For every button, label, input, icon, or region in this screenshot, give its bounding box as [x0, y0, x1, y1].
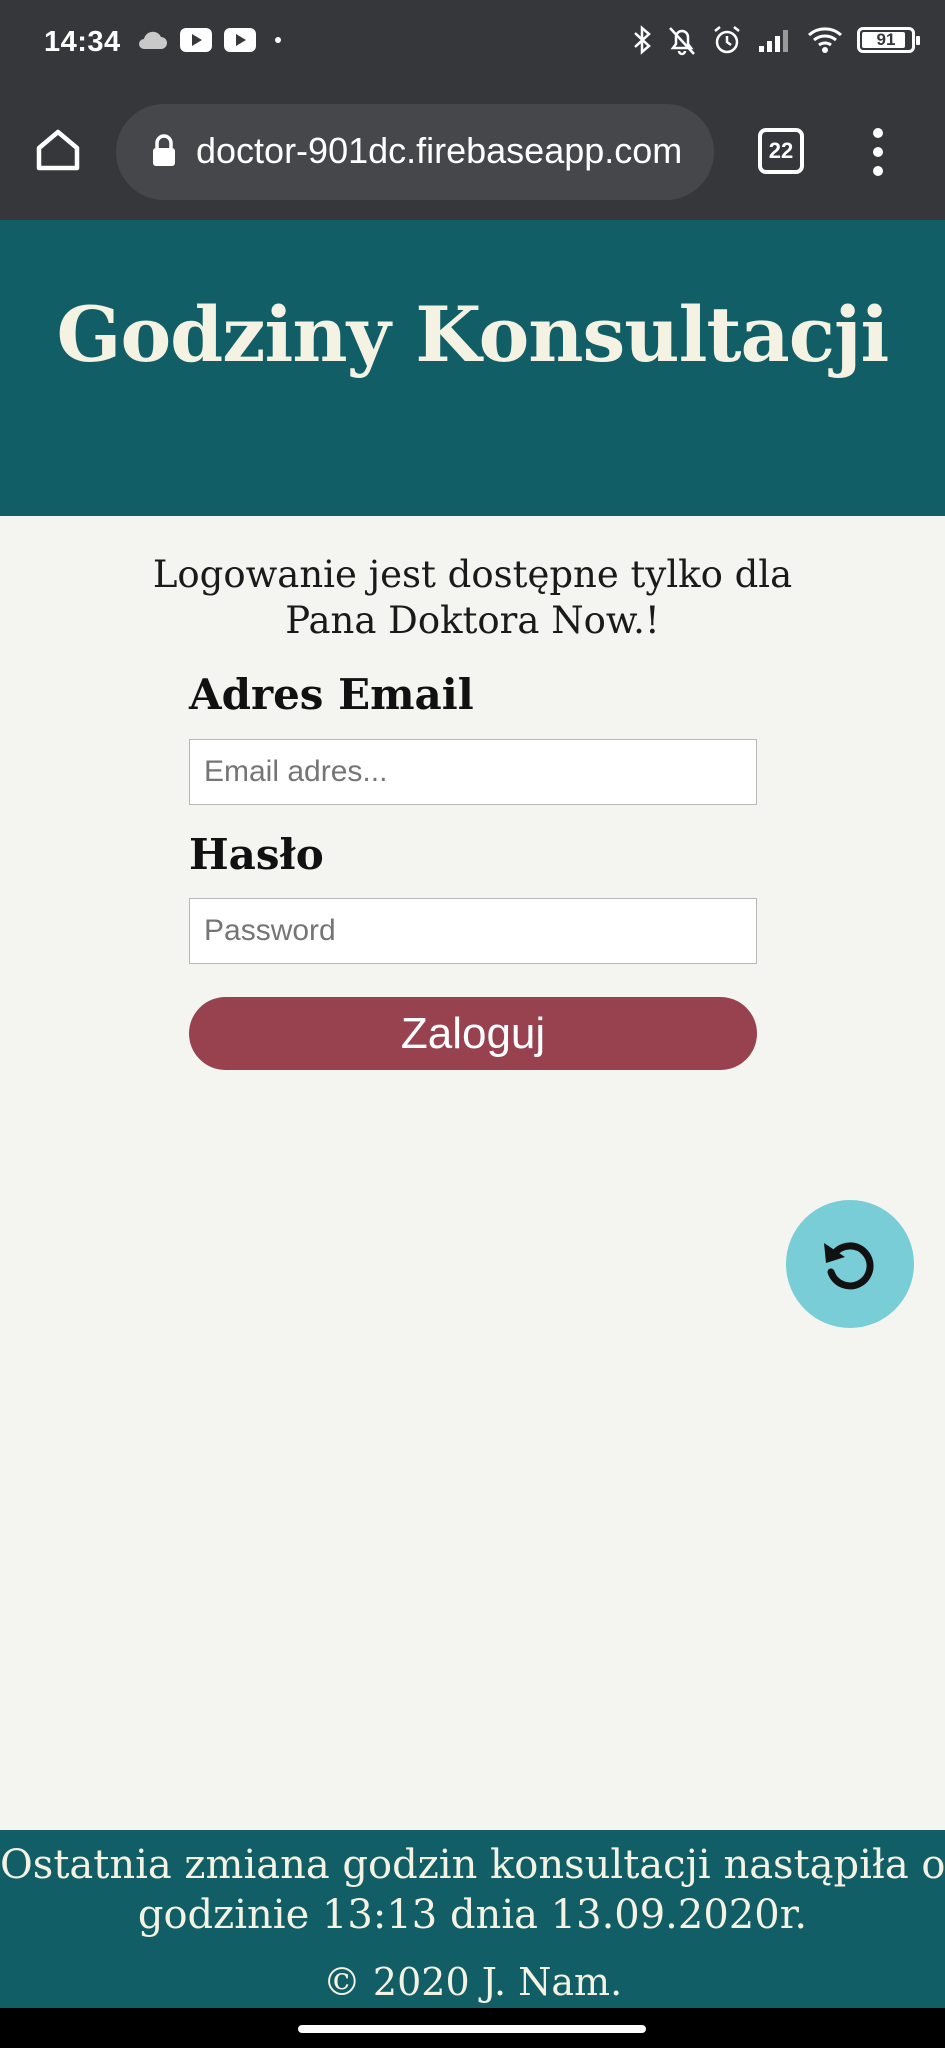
tab-switcher-button[interactable]: 22: [758, 128, 804, 174]
browser-menu-button[interactable]: [860, 124, 896, 180]
site-header: Godziny Konsultacji: [0, 220, 945, 516]
refresh-button[interactable]: [786, 1200, 914, 1328]
address-bar[interactable]: doctor-901dc.firebaseapp.com: [116, 104, 714, 200]
bluetooth-icon: [634, 25, 651, 55]
cloud-icon: [139, 31, 167, 49]
bell-off-icon: [669, 27, 695, 56]
login-button[interactable]: Zaloguj: [189, 997, 757, 1070]
menu-dot: [873, 166, 883, 176]
system-nav-bar: [0, 2008, 945, 2048]
alarm-icon: [714, 26, 740, 54]
status-right-icons: 91: [631, 24, 920, 56]
password-label: Hasło: [189, 830, 324, 879]
lock-icon: [153, 134, 175, 166]
site-footer: Ostatnia zmiana godzin konsultacji nastą…: [0, 1830, 945, 2008]
email-field[interactable]: [189, 739, 757, 805]
youtube-icon: [224, 28, 256, 52]
home-button[interactable]: [30, 122, 86, 178]
menu-dot: [873, 147, 883, 157]
refresh-icon: [824, 1242, 874, 1290]
copyright: © 2020 J. Nam.: [322, 1960, 623, 2004]
dot-icon: [275, 37, 281, 43]
status-bar: 14:34 91: [0, 0, 945, 84]
login-intro-text: Logowanie jest dostępne tylko dla Pana D…: [152, 553, 793, 642]
password-field[interactable]: [189, 898, 757, 964]
home-icon: [36, 129, 80, 171]
last-change-note: Ostatnia zmiana godzin konsultacji nastą…: [0, 1840, 945, 1940]
last-change-line-1: Ostatnia zmiana godzin konsultacji nastą…: [0, 1842, 945, 1888]
last-change-line-2: godzinie 13:13 dnia 13.09.2020r.: [137, 1892, 808, 1938]
signal-icon: [759, 30, 788, 52]
gesture-handle[interactable]: [298, 2025, 646, 2033]
status-time: 14:34: [44, 26, 121, 58]
menu-dot: [873, 128, 883, 138]
url-text: doctor-901dc.firebaseapp.com: [196, 130, 683, 171]
battery-level: 91: [876, 30, 896, 49]
battery-icon: 91: [857, 27, 920, 53]
status-left-icons: [136, 28, 288, 52]
email-label: Adres Email: [189, 670, 474, 719]
youtube-icon: [180, 28, 212, 52]
browser-toolbar: doctor-901dc.firebaseapp.com 22: [0, 84, 945, 220]
wifi-icon: [808, 27, 842, 53]
page-title: Godziny Konsultacji: [56, 290, 890, 379]
